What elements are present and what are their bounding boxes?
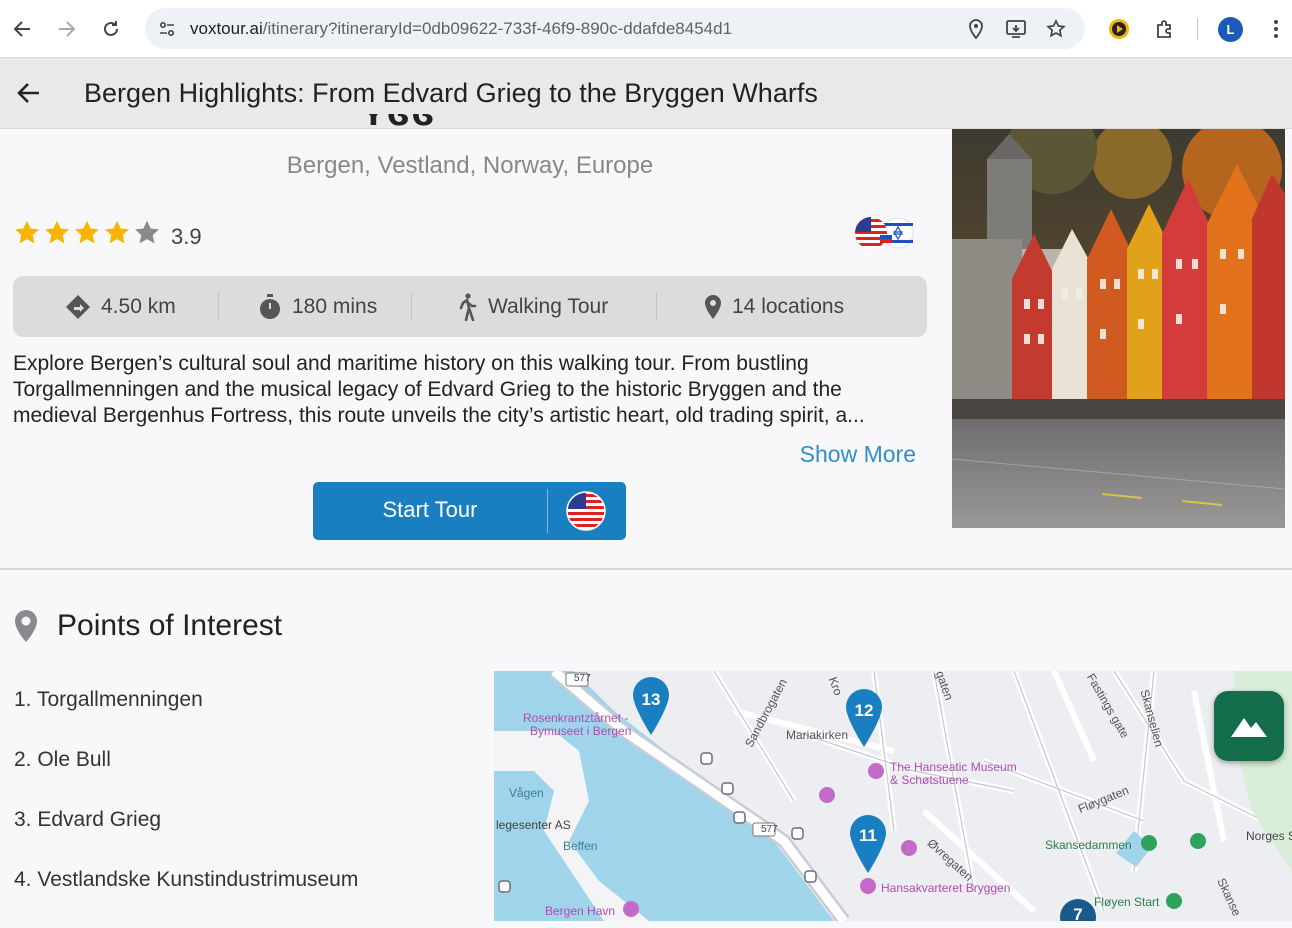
forward-arrow-icon [59, 21, 76, 37]
back-arrow-icon [13, 21, 30, 37]
back-button[interactable] [14, 78, 44, 108]
browser-toolbar: voxtour.ai/itinerary?itineraryId=0db0962… [0, 0, 1292, 58]
tour-language-selector[interactable] [566, 491, 606, 531]
section-divider [0, 568, 1292, 570]
map-label: & Schøtstuene [890, 773, 969, 787]
description-line: medieval Bergenhus Fortress, this route … [13, 404, 865, 427]
map-label: Norges S [1246, 829, 1292, 843]
distance-value: 4.50 km [101, 294, 176, 318]
app-header: Bergen Highlights: From Edvard Grieg to … [0, 58, 1292, 129]
svg-text:7: 7 [1073, 905, 1082, 921]
browser-menu-icon[interactable] [1262, 15, 1290, 43]
map-label: The Hanseatic Museum [890, 760, 1017, 774]
poi-item[interactable]: 1. Torgallmenningen [14, 688, 358, 748]
start-tour-button[interactable]: Start Tour [313, 482, 626, 540]
url-path: /itinerary?itineraryId=0db09622-733f-46f… [262, 19, 733, 38]
stat-tour-type: Walking Tour [456, 276, 608, 337]
map-label: Vågen [509, 786, 544, 800]
toolbar-separator [1197, 18, 1198, 40]
description-line: Torgallmenningen and the musical legacy … [13, 378, 842, 401]
map-pin-icon [13, 609, 39, 643]
stat-distance: 4.50 km [65, 276, 176, 337]
url-text: voxtour.ai/itinerary?itineraryId=0db0962… [190, 19, 732, 39]
map-label: Bergen Havn [545, 904, 616, 918]
stat-divider [411, 292, 412, 321]
map-label: legesenter AS [496, 818, 571, 832]
russia-flag-icon [880, 235, 892, 243]
tour-location: Bergen, Vestland, Norway, Europe [286, 152, 654, 179]
clipped-title-fragment: ʏɞɞ [362, 114, 434, 129]
poi-list: 1. Torgallmenningen 2. Ole Bull 3. Edvar… [14, 688, 358, 928]
rating-stars [13, 219, 161, 247]
profile-avatar[interactable]: L [1218, 17, 1243, 42]
stat-divider [656, 292, 657, 321]
tour-type-value: Walking Tour [488, 294, 609, 318]
poi-item[interactable]: 3. Edvard Grieg [14, 808, 358, 868]
description-line: Explore Bergen’s cultural soul and marit… [13, 352, 809, 375]
star-empty-icon [135, 220, 159, 244]
site-settings-icon[interactable] [155, 17, 179, 41]
route-diamond-icon [66, 294, 90, 319]
poi-item[interactable]: 4. Vestlandske Kunstindustrimuseum [14, 868, 358, 928]
israel-flag-icon [882, 217, 914, 249]
tour-description: Explore Bergen’s cultural soul and marit… [13, 351, 928, 429]
map-label: 577 [761, 824, 778, 835]
svg-text:12: 12 [855, 701, 874, 720]
map-label: Bymuseet i Bergen [530, 724, 632, 738]
svg-text:11: 11 [859, 826, 877, 845]
page-title: Bergen Highlights: From Edvard Grieg to … [84, 78, 818, 108]
map-label: Skansedammen [1045, 838, 1132, 852]
tour-stats-bar: 4.50 km 180 mins Walking Tour 14 locatio… [13, 276, 927, 337]
bookmark-star-icon[interactable] [1044, 17, 1068, 41]
map-label: 577 [574, 673, 591, 684]
show-more-link[interactable]: Show More [760, 441, 916, 468]
start-tour-label: Start Tour [382, 497, 478, 522]
map-label: Fløyen Start [1094, 895, 1160, 909]
location-pin-icon[interactable] [964, 17, 988, 41]
stat-locations: 14 locations [704, 276, 844, 337]
map-label: Mariakirken [786, 728, 849, 742]
address-bar[interactable]: voxtour.ai/itinerary?itineraryId=0db0962… [145, 8, 1085, 49]
star-full-icon [15, 220, 39, 244]
stat-divider [218, 292, 219, 321]
poi-item[interactable]: 2. Ole Bull [14, 748, 358, 808]
location-pin-icon [705, 294, 721, 319]
reload-icon [104, 21, 118, 36]
extensions-puzzle-icon[interactable] [1151, 15, 1179, 43]
duration-value: 180 mins [292, 294, 378, 318]
us-flag-icon [855, 217, 887, 249]
tour-cover-image [952, 129, 1285, 528]
us-flag-icon [566, 491, 606, 531]
back-arrow-icon [17, 83, 39, 103]
stat-duration: 180 mins [258, 276, 377, 337]
map-label: Hansakvarteret Bryggen [881, 881, 1011, 895]
mountain-icon [1231, 718, 1267, 737]
stopwatch-icon [260, 293, 280, 319]
url-host: voxtour.ai [190, 19, 263, 38]
browser-forward-button[interactable] [53, 14, 81, 44]
star-full-icon [75, 220, 99, 244]
rating-value: 3.9 [171, 224, 202, 249]
map-label: Beffen [563, 839, 598, 853]
button-divider [547, 489, 548, 533]
walking-person-icon [459, 292, 477, 321]
star-full-icon [45, 220, 69, 244]
star-full-icon [105, 220, 129, 244]
map-label: Rosenkrantztårnet - [523, 711, 629, 725]
tour-map[interactable]: 13 12 11 7 577 577 Rosenkrantztårnet - B… [494, 671, 1292, 921]
browser-back-button[interactable] [8, 14, 36, 44]
extension-play-icon[interactable] [1105, 15, 1133, 43]
browser-reload-button[interactable] [97, 14, 125, 44]
locations-value: 14 locations [732, 294, 845, 318]
svg-text:13: 13 [642, 690, 661, 709]
install-app-icon[interactable] [1004, 17, 1028, 41]
map-terrain-toggle-button[interactable] [1214, 691, 1284, 761]
language-flags[interactable] [852, 215, 918, 251]
poi-section-title: Points of Interest [57, 609, 283, 642]
